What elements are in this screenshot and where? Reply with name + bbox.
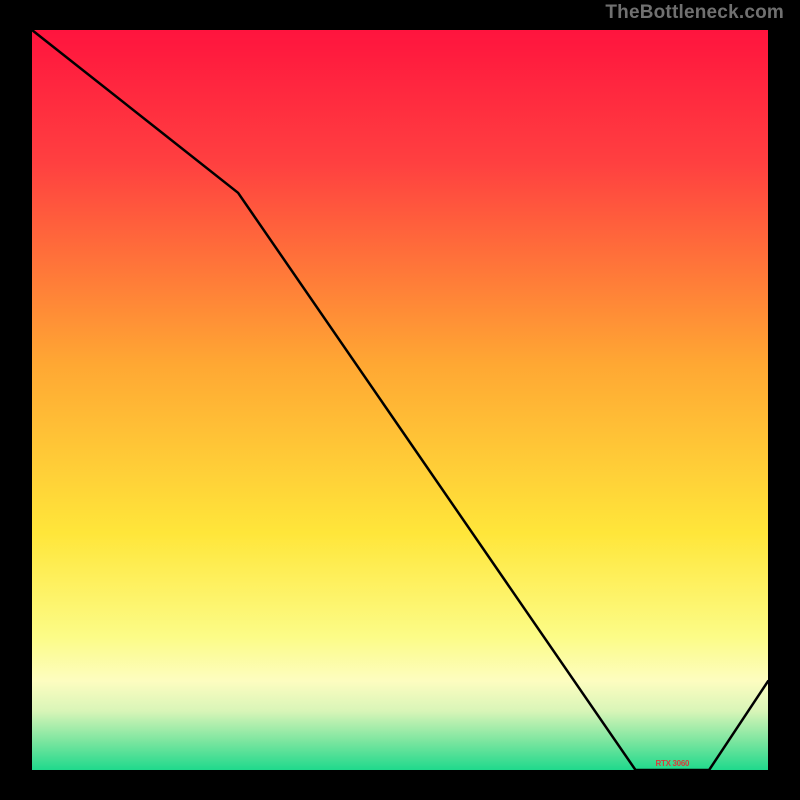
plot-area: RTX 3060 xyxy=(32,30,768,770)
chart-svg: RTX 3060 xyxy=(32,30,768,770)
x-axis-label: RTX 3060 xyxy=(656,759,690,768)
gradient-background xyxy=(32,30,768,770)
chart-stage: TheBottleneck.com xyxy=(0,0,800,800)
attribution-text: TheBottleneck.com xyxy=(605,2,784,24)
